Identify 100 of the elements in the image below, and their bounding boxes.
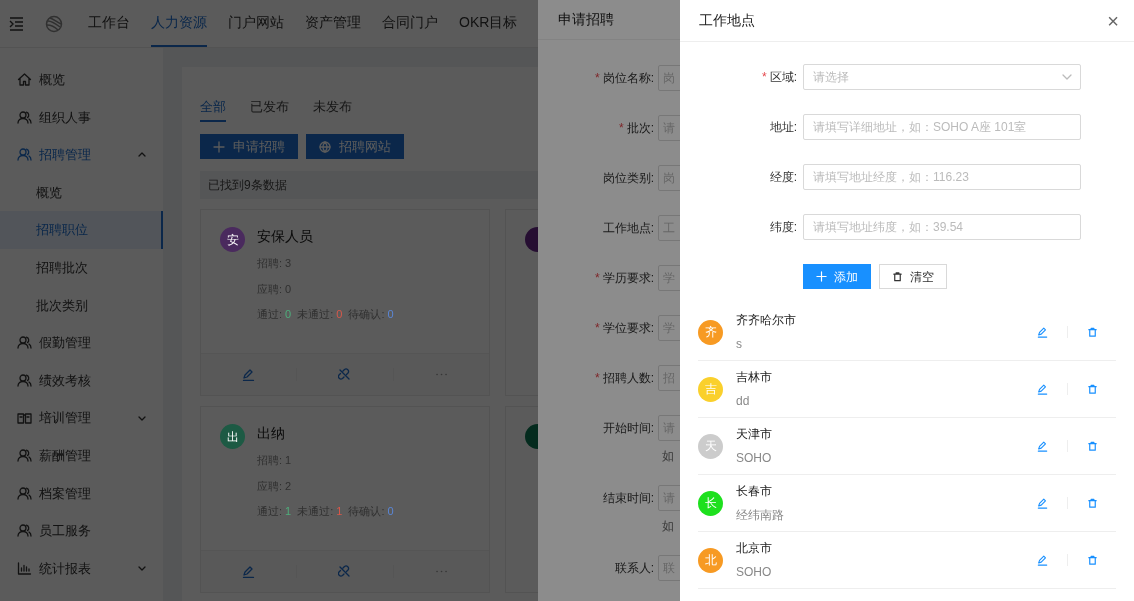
location-item[interactable]: 齐 齐齐哈尔市 s	[698, 304, 1116, 361]
pencil-icon[interactable]	[1037, 554, 1048, 566]
location-item[interactable]: 北 北京市 SOHO	[698, 532, 1116, 589]
avatar: 出	[220, 424, 245, 449]
avatar: 齐	[698, 319, 723, 345]
avatar: 安	[220, 227, 245, 252]
trash-icon[interactable]	[1087, 497, 1098, 509]
sidebar-subitem[interactable]: 批次类别	[0, 286, 163, 325]
plus-icon	[816, 271, 827, 282]
input-field[interactable]: 请填写详细地址，如：SOHO A座 101室	[803, 114, 1081, 140]
chevron-down-icon	[1062, 72, 1072, 82]
card-title: 安保人员	[257, 227, 314, 246]
field-label: 学历要求:	[602, 271, 654, 285]
field-label: 招聘人数:	[602, 371, 654, 385]
location-name: 吉林市	[736, 369, 772, 386]
menu-icon[interactable]	[9, 16, 24, 31]
users-icon	[17, 485, 32, 501]
nav-tab[interactable]: 工作台	[88, 0, 130, 47]
field-label: 开始时间:	[602, 421, 654, 435]
field-label: 批次:	[626, 121, 654, 135]
sidebar-item[interactable]: 档案管理	[0, 474, 163, 513]
field-label: 纬度:	[769, 220, 797, 234]
location-item[interactable]: 长 长春市 经纬南路	[698, 475, 1116, 532]
sidebar-item[interactable]: 薪酬管理	[0, 436, 163, 475]
trash-icon	[892, 271, 903, 282]
sidebar-item[interactable]: 招聘管理	[0, 136, 163, 174]
required-mark: *	[762, 70, 767, 84]
field-label: 经度:	[769, 170, 797, 184]
pencil-icon[interactable]	[1037, 383, 1048, 395]
users-icon	[17, 523, 32, 539]
plus-icon	[213, 140, 225, 153]
action-button[interactable]: 招聘网站	[306, 134, 404, 159]
nav-tab[interactable]: OKR目标	[459, 0, 518, 47]
location-name: 北京市	[736, 540, 772, 557]
trash-icon[interactable]	[1087, 440, 1098, 452]
field-label: 岗位类别:	[602, 171, 654, 185]
required-mark: *	[595, 371, 600, 385]
location-name: 长春市	[736, 483, 773, 500]
trash-icon[interactable]	[1087, 554, 1098, 566]
broken-link-icon[interactable]	[338, 368, 352, 381]
trash-icon[interactable]	[1087, 383, 1098, 395]
input-field[interactable]: 请填写地址纬度，如：39.54	[803, 214, 1081, 240]
select-field[interactable]: 请选择	[803, 64, 1081, 90]
pencil-icon[interactable]	[242, 565, 256, 578]
sidebar-item[interactable]: 组织人事	[0, 98, 163, 137]
stat-value: 0	[387, 307, 394, 322]
users-icon	[17, 147, 32, 163]
field-label: 学位要求:	[602, 321, 654, 335]
location-address: SOHO	[736, 564, 772, 581]
card-title: 出纳	[257, 424, 286, 443]
stat-value: 0	[387, 504, 394, 519]
field-label: 工作地点:	[602, 221, 654, 235]
sidebar-item[interactable]: 培训管理	[0, 399, 163, 437]
avatar: 吉	[698, 376, 723, 402]
stat-value: 0	[285, 307, 292, 322]
close-button[interactable]: ×	[1107, 10, 1119, 31]
nav-tab[interactable]: 资产管理	[305, 0, 361, 47]
drawer-title: 申请招聘	[558, 10, 614, 29]
avatar: 北	[698, 547, 723, 573]
home-icon	[17, 72, 32, 88]
filter-tab[interactable]: 全部	[200, 94, 226, 122]
field-label: 结束时间:	[602, 491, 654, 505]
book-icon	[17, 410, 32, 426]
pencil-icon[interactable]	[1037, 497, 1048, 509]
avatar: 长	[698, 490, 723, 516]
pencil-icon[interactable]	[1037, 440, 1048, 452]
field-label: 联系人:	[614, 561, 654, 575]
action-button[interactable]: 申请招聘	[200, 134, 298, 159]
sidebar-item[interactable]: 绩效考核	[0, 361, 163, 400]
logo-icon	[45, 14, 63, 33]
field-hint: 如	[662, 448, 674, 465]
sidebar-item[interactable]: 员工服务	[0, 512, 163, 550]
stat-value: 1	[285, 504, 292, 519]
users-icon	[17, 448, 32, 464]
broken-link-icon[interactable]	[338, 565, 352, 578]
input-field[interactable]: 请填写地址经度，如：116.23	[803, 164, 1081, 190]
field-hint: 如	[662, 518, 674, 535]
trash-icon[interactable]	[1087, 326, 1098, 338]
drawer-title: 工作地点	[699, 11, 755, 30]
placeholder-text: 请选择	[813, 69, 849, 86]
filter-tab[interactable]: 已发布	[250, 94, 289, 122]
sidebar-item[interactable]: 假勤管理	[0, 324, 163, 362]
location-name: 天津市	[736, 426, 772, 443]
location-item[interactable]: 吉 吉林市 dd	[698, 361, 1116, 418]
clear-button[interactable]: 清空	[879, 264, 947, 289]
nav-tab[interactable]: 门户网站	[228, 0, 284, 47]
sidebar-subitem[interactable]: 招聘职位	[0, 211, 163, 249]
filter-tab[interactable]: 未发布	[313, 94, 352, 122]
bar-chart-icon	[17, 561, 32, 576]
add-button[interactable]: 添加	[803, 264, 871, 289]
location-name: 齐齐哈尔市	[736, 312, 796, 329]
location-address: dd	[736, 393, 751, 410]
sidebar-item[interactable]: 统计报表	[0, 549, 163, 588]
sidebar-item[interactable]: 概览	[0, 61, 163, 99]
pencil-icon[interactable]	[242, 368, 256, 381]
nav-tab[interactable]: 合同门户	[382, 0, 438, 47]
pencil-icon[interactable]	[1037, 326, 1048, 338]
required-mark: *	[619, 121, 624, 135]
required-mark: *	[595, 271, 600, 285]
chevron-down-icon	[137, 564, 147, 573]
